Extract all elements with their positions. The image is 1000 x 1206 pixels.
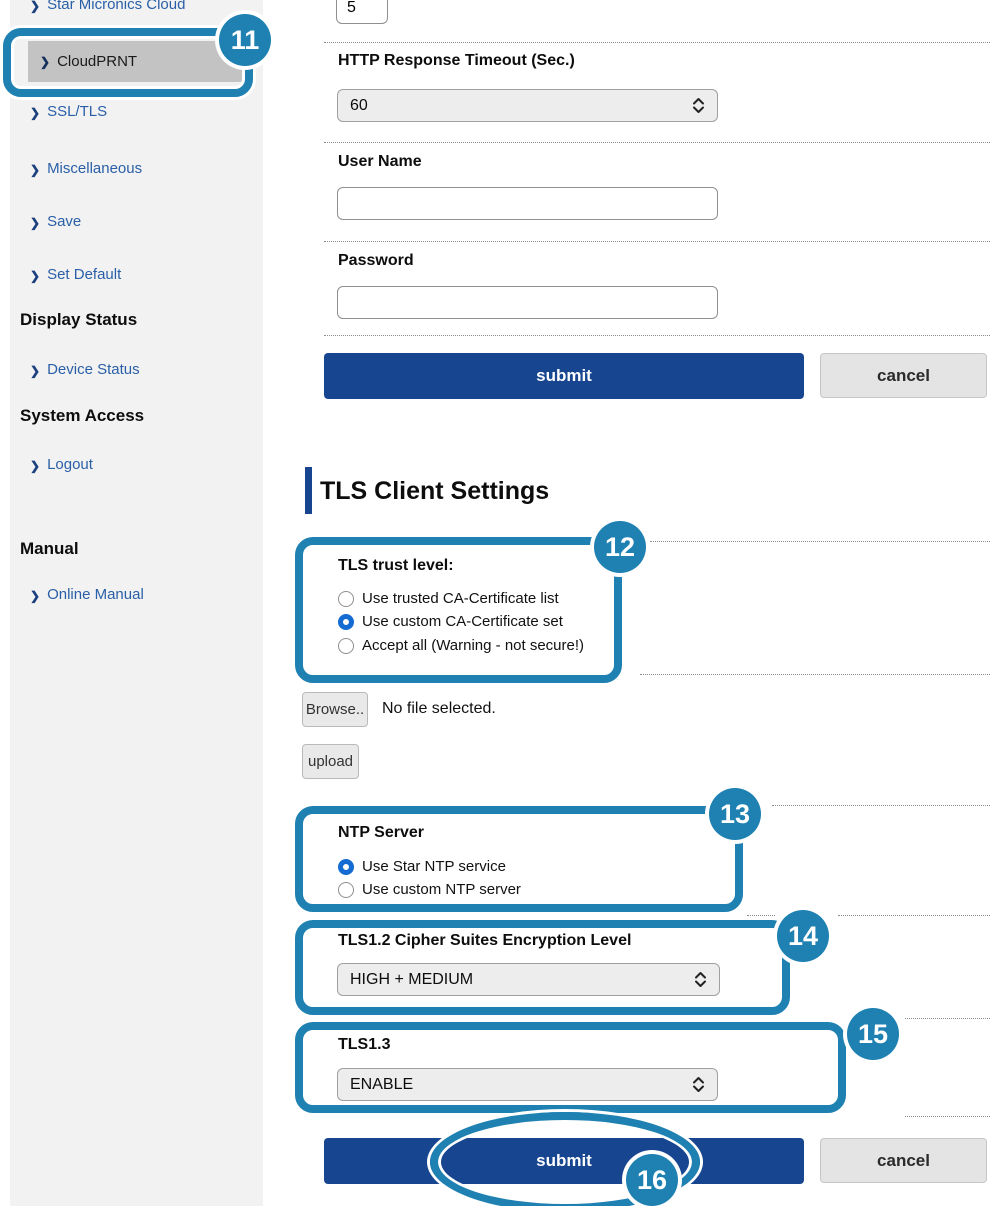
sidebar-item-save[interactable]: ❯ Save bbox=[30, 213, 81, 230]
radio-label: Use Star NTP service bbox=[362, 858, 506, 875]
chevron-right-icon: ❯ bbox=[30, 163, 40, 177]
polling-interval-input[interactable] bbox=[336, 0, 388, 24]
sidebar-header-system-access: System Access bbox=[20, 406, 144, 426]
sidebar-item-label: Logout bbox=[47, 456, 93, 473]
radio-label: Use custom CA-Certificate set bbox=[362, 613, 563, 630]
chevron-right-icon: ❯ bbox=[30, 106, 40, 120]
file-status-text: No file selected. bbox=[382, 700, 496, 718]
tls-cancel-button[interactable]: cancel bbox=[820, 1138, 987, 1183]
password-label: Password bbox=[338, 252, 414, 270]
chevron-right-icon: ❯ bbox=[40, 55, 50, 69]
divider bbox=[324, 142, 990, 143]
cancel-button[interactable]: cancel bbox=[820, 353, 987, 398]
divider bbox=[905, 1018, 990, 1019]
sidebar-item-logout[interactable]: ❯ Logout bbox=[30, 456, 93, 473]
sidebar-item-ssl-tls[interactable]: ❯ SSL/TLS bbox=[30, 103, 107, 120]
tls13-select[interactable]: ENABLE bbox=[337, 1068, 718, 1101]
sidebar-item-device-status[interactable]: ❯ Device Status bbox=[30, 361, 140, 378]
divider bbox=[324, 335, 990, 336]
sidebar-header-display-status: Display Status bbox=[20, 310, 137, 330]
divider bbox=[772, 805, 990, 806]
tls12-cipher-value: HIGH + MEDIUM bbox=[350, 971, 473, 989]
callout-badge-14: 14 bbox=[777, 910, 829, 962]
chevron-right-icon: ❯ bbox=[30, 589, 40, 603]
radio-accept-all[interactable]: Accept all (Warning - not secure!) bbox=[338, 637, 584, 654]
callout-badge-12: 12 bbox=[594, 521, 646, 573]
sidebar-item-label: Star Micronics Cloud bbox=[47, 0, 185, 13]
divider bbox=[324, 241, 990, 242]
divider bbox=[324, 42, 990, 43]
sidebar-item-label: SSL/TLS bbox=[47, 103, 107, 120]
radio-label: Use custom NTP server bbox=[362, 881, 521, 898]
chevron-right-icon: ❯ bbox=[30, 459, 40, 473]
sidebar-item-label: Set Default bbox=[47, 266, 121, 283]
divider bbox=[640, 674, 990, 675]
updown-chevron-icon bbox=[692, 97, 705, 114]
sidebar-item-label: Miscellaneous bbox=[47, 160, 142, 177]
tls-trust-level-label: TLS trust level: bbox=[338, 557, 454, 575]
sidebar bbox=[10, 0, 263, 1206]
callout-badge-16: 16 bbox=[626, 1154, 678, 1206]
divider bbox=[905, 1116, 990, 1117]
radio-custom-ntp[interactable]: Use custom NTP server bbox=[338, 881, 521, 898]
http-timeout-label: HTTP Response Timeout (Sec.) bbox=[338, 52, 575, 70]
sidebar-item-label: CloudPRNT bbox=[57, 53, 137, 70]
radio-icon[interactable] bbox=[338, 882, 354, 898]
divider bbox=[747, 915, 775, 916]
sidebar-item-cloudprnt[interactable]: ❯ CloudPRNT bbox=[28, 41, 242, 82]
sidebar-item-label: Online Manual bbox=[47, 586, 144, 603]
divider bbox=[838, 915, 990, 916]
radio-icon[interactable] bbox=[338, 859, 354, 875]
browse-button[interactable]: Browse.. bbox=[302, 692, 368, 727]
sidebar-item-label: Device Status bbox=[47, 361, 140, 378]
callout-badge-15: 15 bbox=[847, 1008, 899, 1060]
radio-icon[interactable] bbox=[338, 591, 354, 607]
sidebar-item-star-micronics-cloud[interactable]: ❯ Star Micronics Cloud bbox=[30, 0, 185, 13]
chevron-right-icon: ❯ bbox=[30, 216, 40, 230]
radio-label: Use trusted CA-Certificate list bbox=[362, 590, 559, 607]
divider bbox=[650, 541, 990, 542]
http-timeout-value: 60 bbox=[350, 97, 368, 115]
radio-icon[interactable] bbox=[338, 638, 354, 654]
tls12-cipher-select[interactable]: HIGH + MEDIUM bbox=[337, 963, 720, 996]
sidebar-item-miscellaneous[interactable]: ❯ Miscellaneous bbox=[30, 160, 142, 177]
tls13-value: ENABLE bbox=[350, 1076, 413, 1094]
chevron-right-icon: ❯ bbox=[30, 269, 40, 283]
radio-label: Accept all (Warning - not secure!) bbox=[362, 637, 584, 654]
sidebar-item-label: Save bbox=[47, 213, 81, 230]
sidebar-item-online-manual[interactable]: ❯ Online Manual bbox=[30, 586, 144, 603]
user-name-input[interactable] bbox=[337, 187, 718, 220]
radio-icon[interactable] bbox=[338, 614, 354, 630]
sidebar-header-manual: Manual bbox=[20, 539, 79, 559]
password-input[interactable] bbox=[337, 286, 718, 319]
chevron-right-icon: ❯ bbox=[30, 364, 40, 378]
tls13-label: TLS1.3 bbox=[338, 1036, 390, 1054]
tls-section-title: TLS Client Settings bbox=[320, 477, 549, 506]
callout-badge-13: 13 bbox=[709, 788, 761, 840]
tls-submit-button[interactable]: submit bbox=[324, 1138, 804, 1184]
sidebar-item-set-default[interactable]: ❯ Set Default bbox=[30, 266, 121, 283]
submit-button[interactable]: submit bbox=[324, 353, 804, 399]
upload-button[interactable]: upload bbox=[302, 744, 359, 779]
callout-badge-11: 11 bbox=[219, 14, 271, 66]
http-timeout-select[interactable]: 60 bbox=[337, 89, 718, 122]
radio-custom-ca-set[interactable]: Use custom CA-Certificate set bbox=[338, 613, 563, 630]
updown-chevron-icon bbox=[692, 1076, 705, 1093]
tls12-cipher-label: TLS1.2 Cipher Suites Encryption Level bbox=[338, 932, 631, 950]
ntp-server-label: NTP Server bbox=[338, 824, 424, 842]
radio-star-ntp[interactable]: Use Star NTP service bbox=[338, 858, 506, 875]
chevron-right-icon: ❯ bbox=[30, 0, 40, 13]
user-name-label: User Name bbox=[338, 153, 422, 171]
section-accent-bar bbox=[305, 467, 312, 514]
cloudprnt-settings-page: ❯ Star Micronics Cloud ❯ CloudPRNT 11 ❯ … bbox=[0, 0, 1000, 1206]
updown-chevron-icon bbox=[694, 971, 707, 988]
radio-trusted-ca-list[interactable]: Use trusted CA-Certificate list bbox=[338, 590, 559, 607]
